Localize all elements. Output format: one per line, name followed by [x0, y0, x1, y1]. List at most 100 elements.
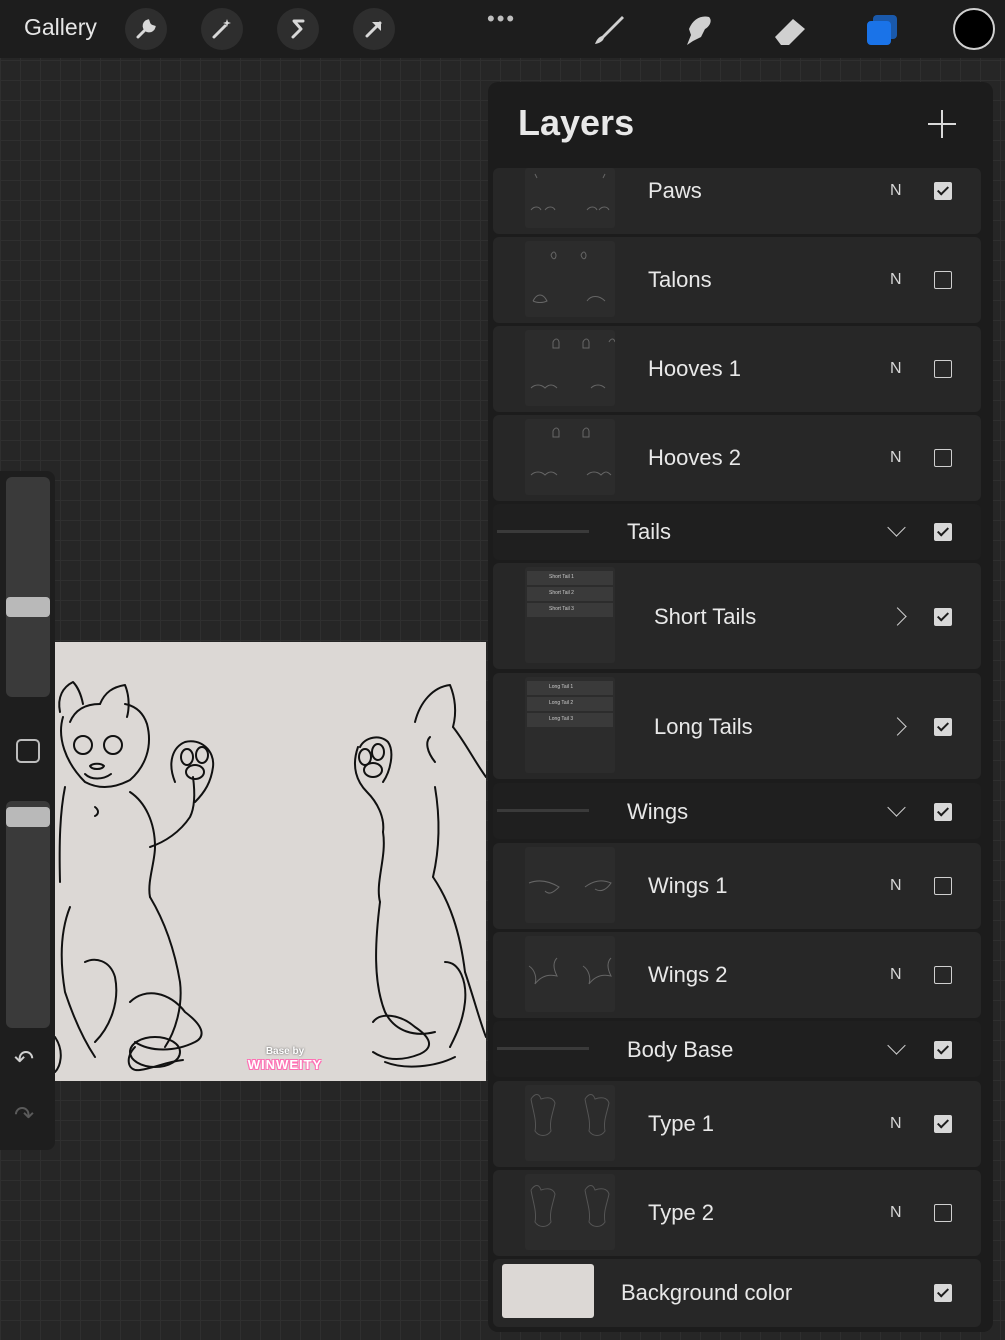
- group-name: Wings: [627, 799, 689, 824]
- layer-name: Long Tails: [654, 714, 753, 739]
- opacity-thumb[interactable]: [6, 807, 50, 827]
- layer-paws[interactable]: Paws N: [493, 168, 981, 234]
- visibility-checkbox[interactable]: [934, 271, 952, 289]
- group-short-tails[interactable]: Short Tail 1 Short Tail 2 Short Tail 3 S…: [493, 563, 981, 669]
- visibility-checkbox[interactable]: [934, 523, 952, 541]
- transform-arrow-icon[interactable]: [353, 8, 395, 50]
- mini-row-label: Short Tail 2: [549, 590, 574, 596]
- blend-mode[interactable]: N: [890, 966, 902, 984]
- opacity-slider[interactable]: [6, 801, 50, 1028]
- group-body-base[interactable]: Body Base: [493, 1021, 981, 1077]
- visibility-checkbox[interactable]: [934, 1115, 952, 1133]
- chevron-right-icon[interactable]: [888, 607, 907, 626]
- blend-mode[interactable]: N: [890, 271, 902, 289]
- magic-wand-icon[interactable]: [201, 8, 243, 50]
- blend-mode[interactable]: N: [890, 360, 902, 378]
- visibility-checkbox[interactable]: [934, 1041, 952, 1059]
- color-picker-swatch[interactable]: [953, 8, 995, 50]
- panel-title: Layers: [518, 102, 635, 143]
- blend-mode[interactable]: N: [890, 449, 902, 467]
- layer-thumbnail: [525, 168, 615, 228]
- visibility-checkbox[interactable]: [934, 182, 952, 200]
- eraser-icon[interactable]: [770, 10, 810, 50]
- mini-row-label: Long Tail 1: [549, 684, 574, 690]
- lineart-illustration: [55, 681, 486, 1073]
- layer-wings-1[interactable]: Wings 1 N: [493, 843, 981, 929]
- layer-background-color[interactable]: Background color: [493, 1259, 981, 1327]
- blend-mode[interactable]: N: [890, 1204, 902, 1222]
- background-color-swatch[interactable]: [502, 1264, 594, 1318]
- drawing-canvas[interactable]: Base by WINWEITY: [55, 642, 486, 1081]
- blend-mode[interactable]: N: [890, 877, 902, 895]
- layer-thumbnail: [525, 419, 615, 495]
- gallery-button[interactable]: Gallery: [24, 14, 97, 41]
- layer-name: Talons: [648, 267, 712, 292]
- layer-hooves-1[interactable]: Hooves 1 N: [493, 326, 981, 412]
- redo-icon[interactable]: ↷: [14, 1101, 34, 1130]
- smudge-icon[interactable]: [678, 10, 718, 50]
- visibility-checkbox[interactable]: [934, 360, 952, 378]
- mini-row: Long Tail 1: [527, 681, 613, 695]
- selection-icon[interactable]: [277, 8, 319, 50]
- layer-name: Hooves 1: [648, 356, 741, 381]
- layer-name: Hooves 2: [648, 445, 741, 470]
- layer-thumbnail: [525, 330, 615, 406]
- brush-size-slider[interactable]: [6, 477, 50, 697]
- visibility-checkbox[interactable]: [934, 966, 952, 984]
- chevron-down-icon[interactable]: [887, 1036, 906, 1055]
- mini-row: Short Tail 2: [527, 587, 613, 601]
- modify-button[interactable]: [16, 739, 40, 763]
- credit-name: WINWEITY: [247, 1057, 323, 1072]
- group-divider: [497, 1047, 589, 1050]
- blend-mode[interactable]: N: [890, 182, 902, 200]
- layer-type-1[interactable]: Type 1 N: [493, 1081, 981, 1167]
- artist-credit: Base by WINWEITY: [240, 1046, 330, 1072]
- mini-row: Short Tail 1: [527, 571, 613, 585]
- mini-row-label: Short Tail 1: [549, 574, 574, 580]
- visibility-checkbox[interactable]: [934, 449, 952, 467]
- layer-name: Short Tails: [654, 604, 757, 629]
- mini-row-label: Long Tail 3: [549, 716, 574, 722]
- visibility-checkbox[interactable]: [934, 877, 952, 895]
- group-name: Body Base: [627, 1037, 734, 1062]
- visibility-checkbox[interactable]: [934, 608, 952, 626]
- layer-name: Background color: [621, 1280, 793, 1305]
- chevron-down-icon[interactable]: [887, 798, 906, 817]
- group-name: Tails: [627, 519, 672, 544]
- layer-name: Wings 1: [648, 873, 728, 898]
- visibility-checkbox[interactable]: [934, 803, 952, 821]
- layer-name: Wings 2: [648, 962, 728, 987]
- layer-name: Type 1: [648, 1111, 715, 1136]
- chevron-right-icon[interactable]: [888, 717, 907, 736]
- layer-name: Type 2: [648, 1200, 715, 1225]
- group-long-tails[interactable]: Long Tail 1 Long Tail 2 Long Tail 3 Long…: [493, 673, 981, 779]
- brush-icon[interactable]: [588, 10, 628, 50]
- group-divider: [497, 809, 589, 812]
- visibility-checkbox[interactable]: [934, 1204, 952, 1222]
- left-sidebar: ↶ ↷: [0, 471, 55, 1150]
- layer-name: Paws: [648, 178, 702, 203]
- visibility-checkbox[interactable]: [934, 1284, 952, 1302]
- add-layer-icon[interactable]: [928, 110, 956, 138]
- layer-thumbnail: [525, 1085, 615, 1161]
- layer-thumbnail: Long Tail 1 Long Tail 2 Long Tail 3: [525, 677, 615, 773]
- undo-icon[interactable]: ↶: [14, 1045, 34, 1074]
- layer-hooves-2[interactable]: Hooves 2 N: [493, 415, 981, 501]
- brush-size-thumb[interactable]: [6, 597, 50, 617]
- layer-thumbnail: [525, 1174, 615, 1250]
- mini-row: Short Tail 3: [527, 603, 613, 617]
- wrench-icon[interactable]: [125, 8, 167, 50]
- visibility-checkbox[interactable]: [934, 718, 952, 736]
- more-options-icon[interactable]: •••: [487, 6, 516, 32]
- group-tails[interactable]: Tails: [493, 504, 981, 560]
- layers-icon[interactable]: [862, 10, 902, 50]
- layer-talons[interactable]: Talons N: [493, 237, 981, 323]
- layer-thumbnail: [525, 241, 615, 317]
- credit-prefix: Base by: [265, 1046, 305, 1057]
- group-wings[interactable]: Wings: [493, 783, 981, 839]
- layer-thumbnail: [525, 936, 615, 1012]
- layer-type-2[interactable]: Type 2 N: [493, 1170, 981, 1256]
- blend-mode[interactable]: N: [890, 1115, 902, 1133]
- layer-wings-2[interactable]: Wings 2 N: [493, 932, 981, 1018]
- chevron-down-icon[interactable]: [887, 518, 906, 537]
